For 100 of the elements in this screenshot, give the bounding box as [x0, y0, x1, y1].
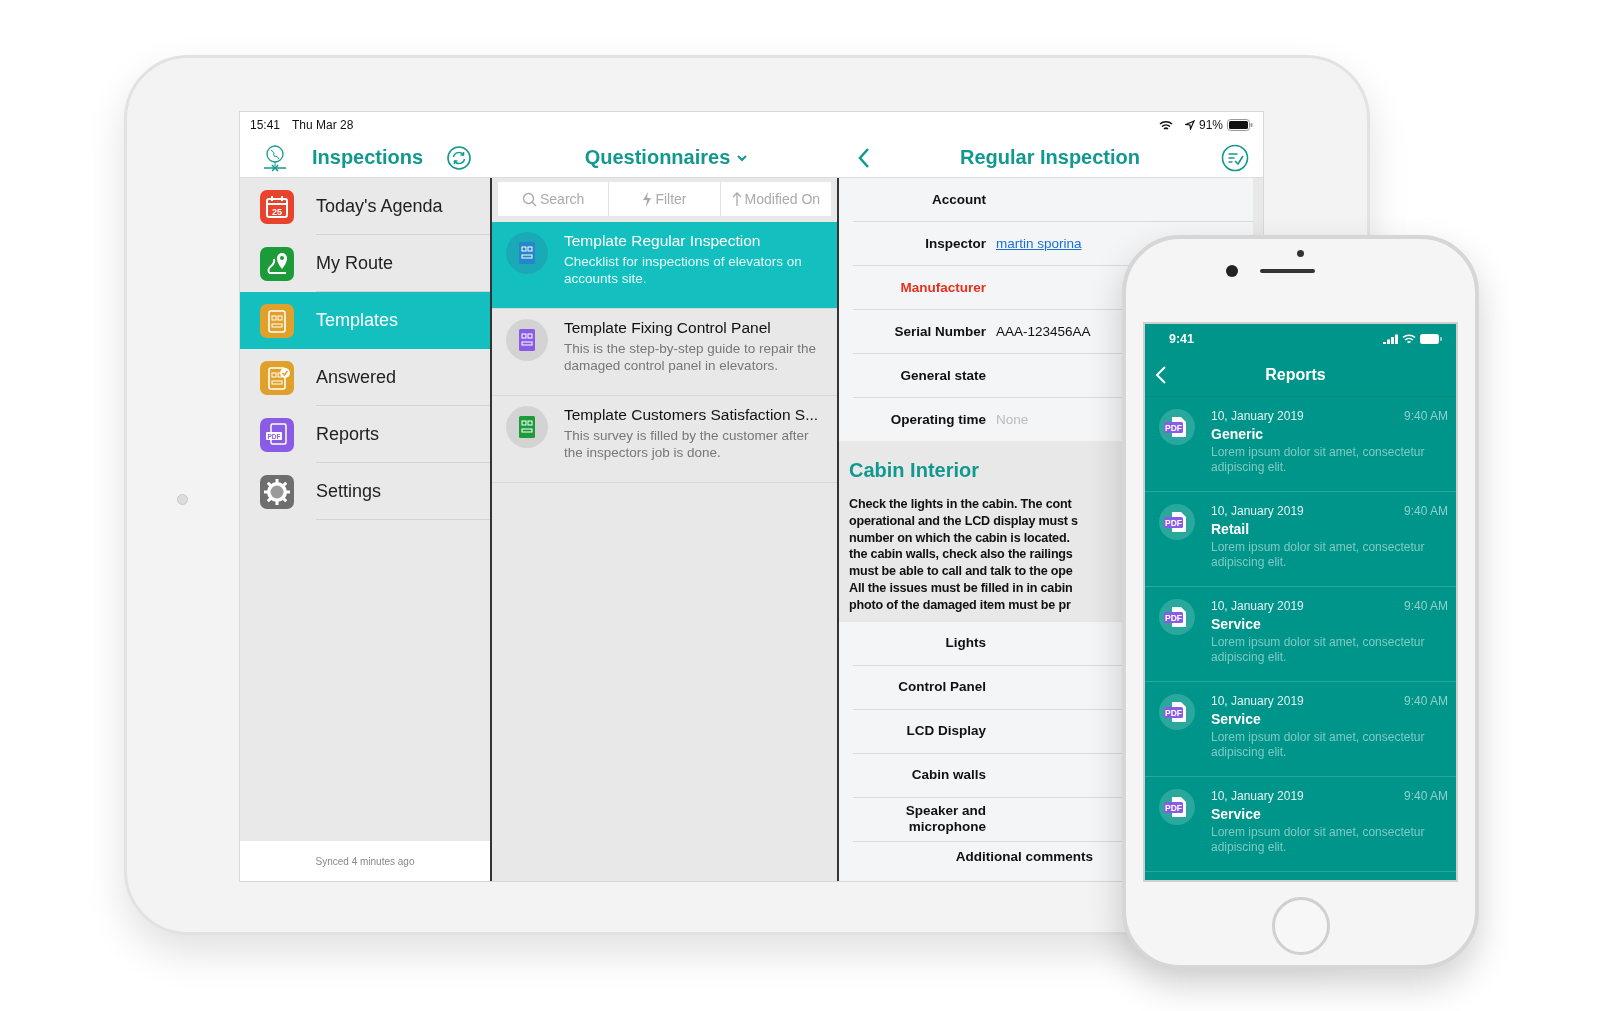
sync-status: Synced 4 minutes ago: [240, 841, 490, 881]
checklist-button[interactable]: [1221, 143, 1249, 172]
report-list-item[interactable]: PDF 10, January 2019 9:40 AM Service Lorem ipsum dolor sit amet, consectetur adipiscing elit.: [1145, 682, 1456, 777]
description-line: Check the lights in the cabin. The cont: [849, 496, 1073, 513]
report-list-item[interactable]: PDF 10, January 2019 9:40 AM Service Lorem ipsum dolor sit amet, consectetur adipiscing elit.: [1145, 777, 1456, 872]
search-icon: [522, 191, 537, 207]
field-label: Manufacturer: [899, 279, 986, 296]
report-list-item[interactable]: PDF 10, January 2019 9:40 AM Service Lorem ipsum dolor sit amet, consectetur adipiscing elit.: [1145, 587, 1456, 682]
chevron-down-icon: [736, 153, 749, 162]
sidebar-item[interactable]: Templates: [240, 292, 490, 349]
report-date: 10, January 2019: [1211, 599, 1304, 613]
status-time: 15:41: [250, 118, 281, 132]
document-icon: [506, 319, 548, 361]
document-check-icon: [260, 360, 294, 395]
signal-icon: [1383, 334, 1398, 344]
status-time: 9:41: [1169, 332, 1195, 346]
inspector-link[interactable]: martin sporina: [996, 236, 1082, 251]
report-title: Service: [1211, 616, 1262, 632]
template-list-item[interactable]: Template Regular Inspection Checklist for inspections of elevators on accounts site.: [492, 222, 837, 309]
screen-title: Reports: [1264, 366, 1327, 384]
back-button[interactable]: [1155, 365, 1167, 385]
pdf-file-icon: PDF: [1159, 694, 1195, 730]
sidebar-item[interactable]: Answered: [240, 349, 490, 406]
wifi-icon: [1402, 334, 1416, 344]
report-description: Lorem ipsum dolor sit amet, consectetur adipiscing elit.: [1211, 635, 1426, 665]
pdf-file-icon: PDF: [1159, 599, 1195, 635]
template-list-item[interactable]: Template Customers Satisfaction S... This survey is filled by the customer after the inspectors job is done.: [492, 396, 837, 483]
report-date: 10, January 2019: [1211, 504, 1304, 518]
section-title: Cabin Interior: [849, 459, 979, 482]
template-description: This is the step-by-step guide to repair the damaged control panel in elevators.: [564, 340, 818, 374]
gear-icon: [260, 474, 294, 509]
field-label: Speaker and microphone: [904, 803, 986, 836]
document-icon: [506, 232, 548, 274]
template-title: Template Regular Inspection: [564, 232, 762, 250]
battery-icon: [1227, 119, 1253, 131]
pdf-file-icon: PDF: [1159, 789, 1195, 825]
map-pin-icon: [260, 246, 294, 281]
description-line: operational and the LCD display must s: [849, 512, 1079, 530]
description-line: the cabin walls, check also the railings: [849, 546, 1074, 564]
field-label: Serial Number: [893, 323, 986, 340]
location-arrow-icon: [1184, 120, 1195, 130]
sync-button[interactable]: [447, 145, 472, 170]
description-line: must be able to call and talk to the ope: [849, 563, 1074, 580]
battery-icon: [1420, 334, 1442, 344]
report-list-item[interactable]: PDF 10, January 2019 9:40 AM Generic Lorem ipsum dolor sit amet, consectetur adipiscing elit.: [1145, 397, 1456, 492]
report-time: 9:40 AM: [1403, 694, 1448, 708]
report-description: Lorem ipsum dolor sit amet, consectetur adipiscing elit.: [1211, 730, 1426, 760]
field-label: Inspector: [924, 235, 986, 252]
template-description: Checklist for inspections of elevators on accounts site.: [564, 253, 803, 287]
questionnaires-dropdown[interactable]: Questionnaires: [584, 146, 749, 169]
sidebar-item[interactable]: Settings: [240, 463, 490, 520]
description-line: number on which the cabin is located.: [849, 529, 1071, 547]
template-list-item[interactable]: Template Fixing Control Panel This is the step-by-step guide to repair the damaged control panel in elevators.: [492, 309, 837, 396]
document-icon: [260, 303, 294, 338]
speaker-grille: [1260, 269, 1315, 273]
camera-dot: [177, 494, 188, 505]
report-title: Service: [1211, 806, 1262, 822]
detail-title: Regular Inspection: [959, 146, 1141, 169]
field-label: Control Panel: [897, 679, 986, 696]
sidebar-title: Inspections: [312, 146, 424, 169]
field-label: Additional comments: [955, 848, 1093, 865]
field-label: Lights: [944, 635, 986, 652]
camera-dot: [1226, 265, 1238, 277]
field-label: General state: [899, 367, 986, 384]
template-title: Template Fixing Control Panel: [564, 319, 772, 337]
battery-percent: 91%: [1198, 118, 1223, 132]
report-description: Lorem ipsum dolor sit amet, consectetur adipiscing elit.: [1211, 445, 1426, 475]
arrow-up-icon: [731, 192, 742, 206]
report-time: 9:40 AM: [1403, 599, 1448, 613]
report-date: 10, January 2019: [1211, 789, 1304, 803]
sensor-dot: [1297, 250, 1304, 257]
report-list-item[interactable]: PDF 10, January 2019 9:40 AM Retail Lorem ipsum dolor sit amet, consectetur adipiscing elit.: [1145, 492, 1456, 587]
report-title: Generic: [1211, 426, 1265, 442]
report-date: 10, January 2019: [1211, 409, 1304, 423]
description-line: All the issues must be filled in in cabin: [849, 580, 1074, 597]
lightning-icon: [642, 191, 653, 207]
report-time: 9:40 AM: [1403, 504, 1448, 518]
calendar-icon: 25: [260, 189, 294, 224]
field-label: Operating time: [889, 411, 986, 428]
template-title: Template Customers Satisfaction S...: [564, 406, 820, 424]
template-description: This survey is filled by the customer after the inspectors job is done.: [564, 427, 810, 461]
status-date: Thu Mar 28: [292, 118, 354, 132]
report-time: 9:40 AM: [1403, 789, 1448, 803]
report-date: 10, January 2019: [1211, 694, 1304, 708]
field-label: LCD Display: [905, 723, 986, 740]
pdf-file-icon: PDF: [1159, 504, 1195, 540]
description-line: photo of the damaged item must be pr: [849, 596, 1072, 614]
sidebar-item[interactable]: 25 Today's Agenda: [240, 178, 490, 235]
field-value: AAA-123456AA: [996, 324, 1091, 339]
field-label: Account: [931, 191, 986, 208]
report-title: Service: [1211, 711, 1262, 727]
field-label: Cabin walls: [910, 767, 986, 784]
back-button[interactable]: [857, 146, 871, 169]
wifi-icon: [1158, 119, 1173, 131]
report-title: Retail: [1211, 521, 1251, 537]
document-icon: [506, 406, 548, 448]
report-description: Lorem ipsum dolor sit amet, consectetur adipiscing elit.: [1211, 825, 1426, 855]
report-time: 9:40 AM: [1403, 409, 1448, 423]
report-description: Lorem ipsum dolor sit amet, consectetur adipiscing elit.: [1211, 540, 1426, 570]
search-field[interactable]: Search: [498, 182, 610, 216]
